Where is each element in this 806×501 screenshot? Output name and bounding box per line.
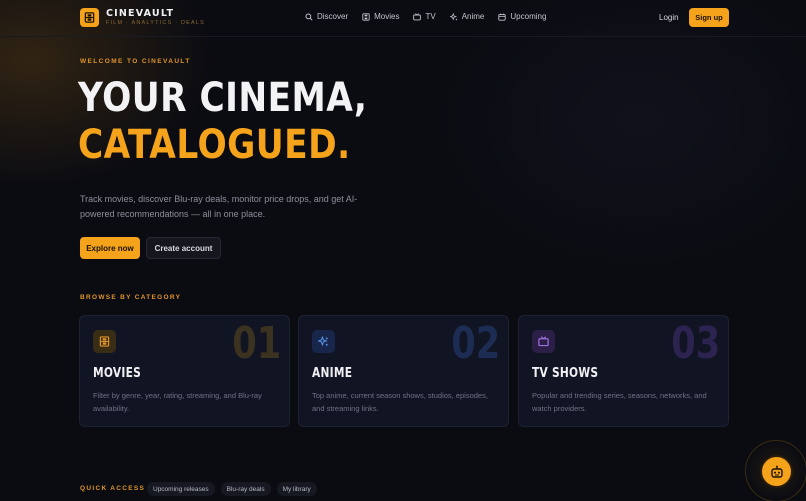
card-description: Top anime, current season shows, studios…: [312, 391, 488, 413]
hero-title-line-2: CATALOGUED.: [78, 122, 351, 168]
card-icon-box: [93, 330, 116, 353]
brand-tagline: FILM · ANALYTICS · DEALS: [106, 20, 205, 26]
sparkle-icon: [449, 12, 458, 21]
sparkle-icon: [318, 336, 329, 347]
quick-access-chips: Upcoming releases Blu-ray deals My libra…: [147, 482, 317, 496]
hero-description: Track movies, discover Blu-ray deals, mo…: [80, 194, 358, 219]
brand-name[interactable]: CINEVAULT: [106, 8, 174, 19]
assistant-button[interactable]: [760, 455, 793, 488]
tv-icon: [538, 336, 549, 347]
film-icon: [84, 12, 95, 23]
film-icon: [362, 12, 370, 21]
card-number: 02: [451, 318, 500, 369]
film-icon: [99, 336, 110, 347]
card-number: 03: [671, 318, 720, 369]
chip-my-library[interactable]: My library: [276, 482, 317, 496]
card-icon-box: [532, 330, 555, 353]
card-icon-box: [312, 330, 335, 353]
nav-label: Upcoming: [510, 12, 547, 21]
chip-blu-ray-deals[interactable]: Blu-ray deals: [220, 482, 271, 496]
calendar-icon: [498, 13, 507, 21]
nav-item-anime[interactable]: Anime: [449, 12, 485, 21]
search-icon: [305, 12, 313, 21]
create-account-button[interactable]: Create account: [146, 237, 221, 259]
main-nav: Discover Movies TV Anime Upcoming: [305, 12, 546, 21]
card-title: MOVIES: [93, 366, 142, 381]
category-card-anime[interactable]: 02 ANIME Top anime, current season shows…: [298, 315, 509, 427]
explore-now-button[interactable]: Explore now: [80, 237, 140, 259]
nav-label: Anime: [461, 12, 485, 21]
chip-upcoming-releases[interactable]: Upcoming releases: [147, 482, 215, 496]
nav-item-discover[interactable]: Discover: [305, 12, 348, 21]
logo[interactable]: [80, 8, 99, 27]
nav-item-movies[interactable]: Movies: [362, 12, 399, 21]
category-card-movies[interactable]: 01 MOVIES Filter by genre, year, rating,…: [79, 315, 290, 427]
bot-icon: [770, 465, 783, 478]
top-bar: CINEVAULT FILM · ANALYTICS · DEALS Disco…: [0, 0, 806, 37]
tv-icon: [413, 12, 422, 20]
category-card-tv-shows[interactable]: 03 TV SHOWS Popular and trending series,…: [518, 315, 729, 427]
nav-label: Movies: [374, 12, 400, 21]
card-number: 01: [232, 318, 281, 369]
card-description: Popular and trending series, seasons, ne…: [532, 391, 707, 413]
nav-label: Discover: [317, 12, 349, 21]
login-link[interactable]: Login: [659, 13, 679, 22]
nav-item-tv[interactable]: TV: [413, 12, 436, 21]
hero-title-line-1: YOUR CINEMA,: [78, 75, 368, 121]
signup-button[interactable]: Sign up: [689, 8, 729, 27]
quick-access-label: QUICK ACCESS: [80, 485, 146, 492]
card-title: ANIME: [312, 366, 353, 381]
card-description: Filter by genre, year, rating, streaming…: [93, 391, 262, 413]
nav-item-upcoming[interactable]: Upcoming: [498, 12, 546, 21]
nav-label: TV: [425, 12, 436, 21]
hero-eyebrow: WELCOME TO CINEVAULT: [80, 58, 191, 65]
browse-by-category-label: BROWSE BY CATEGORY: [80, 294, 182, 301]
card-title: TV SHOWS: [532, 366, 599, 381]
